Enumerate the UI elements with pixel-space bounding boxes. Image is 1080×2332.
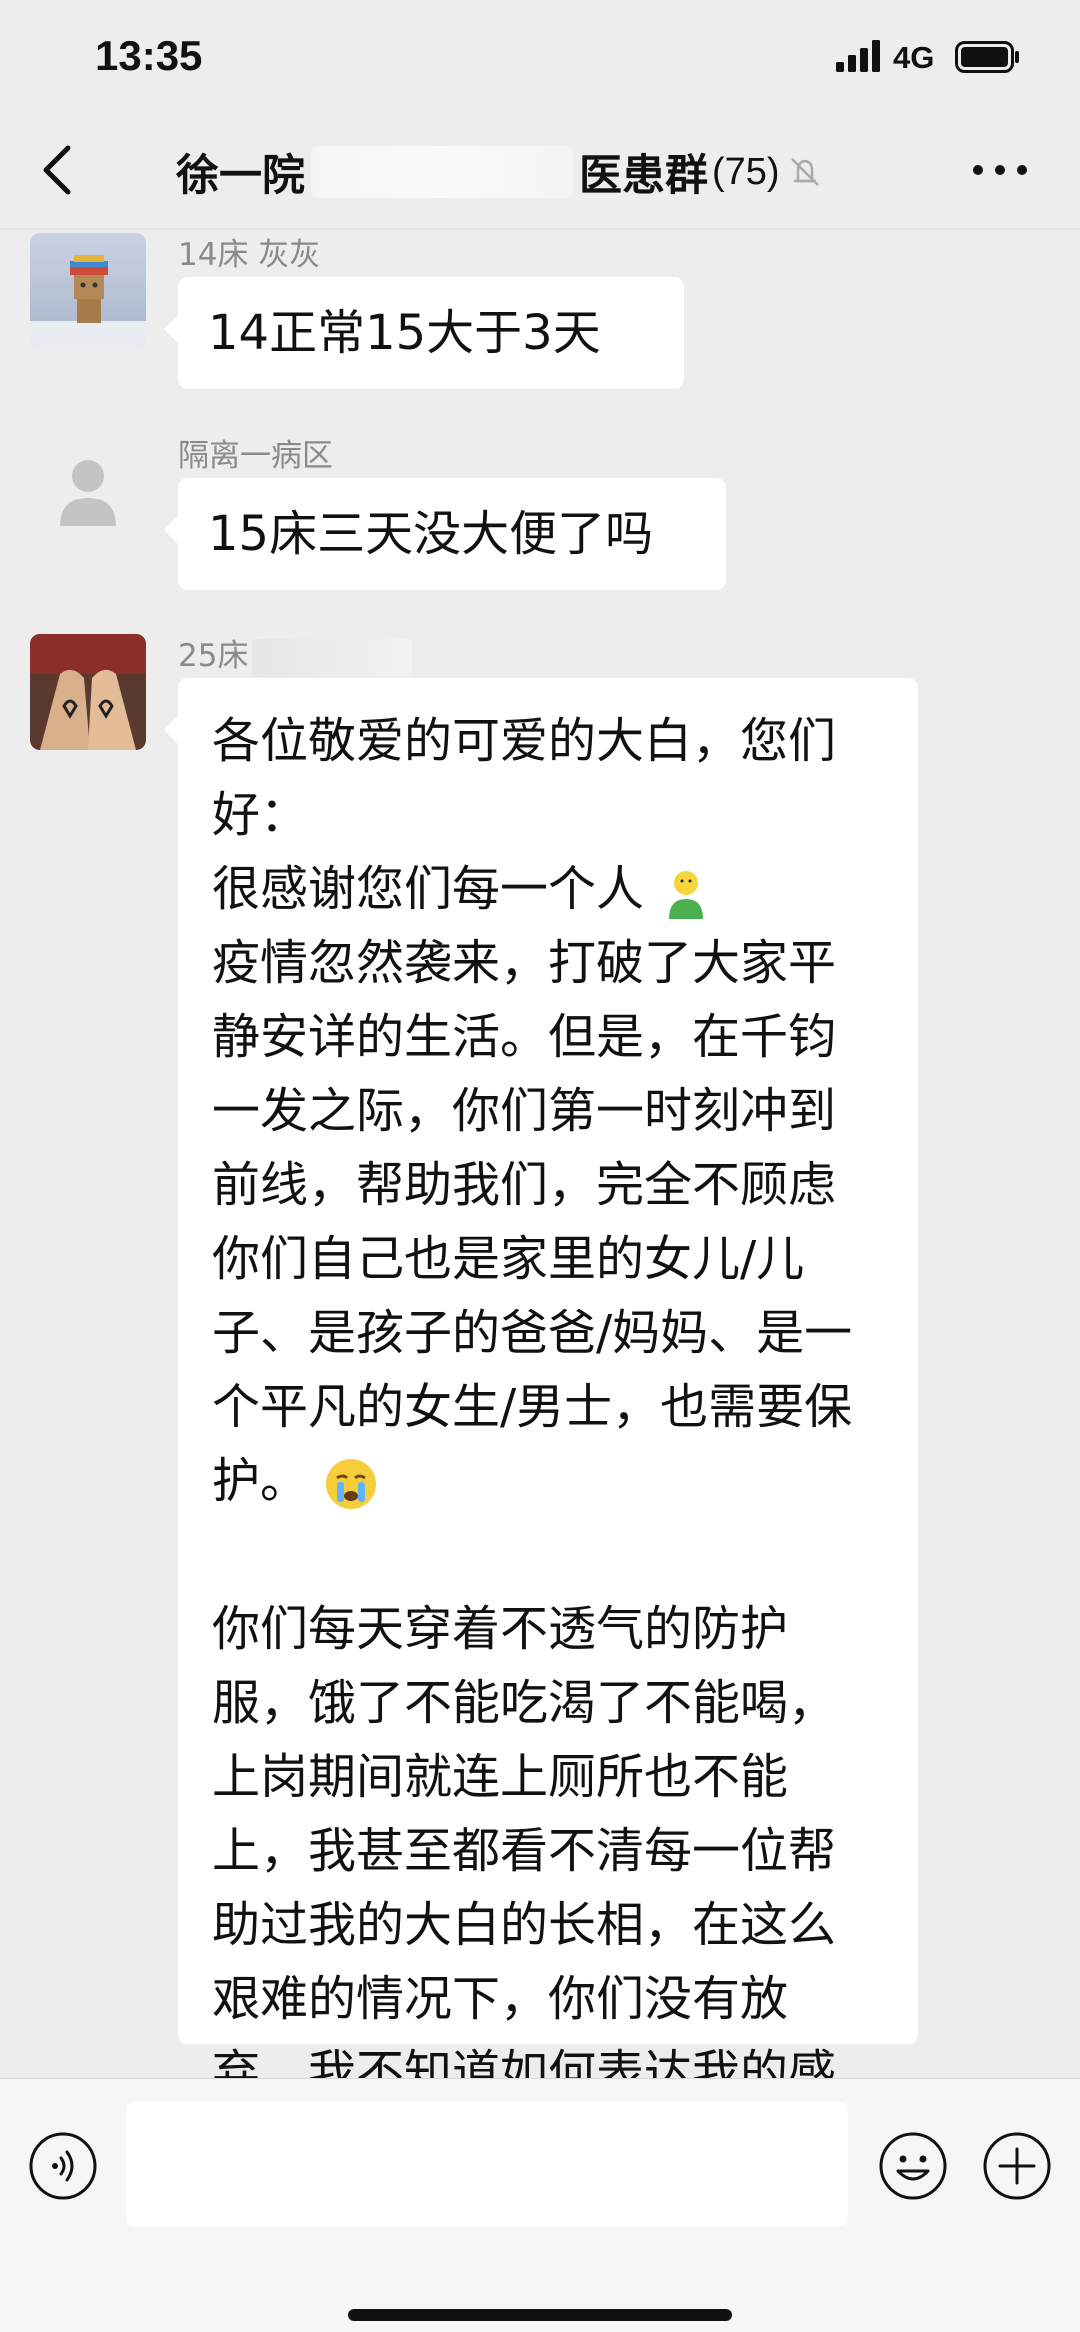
- message-text: 15床三天没大便了吗: [208, 506, 654, 562]
- chat-title: 徐一院 医患群 (75): [176, 142, 824, 202]
- doll-avatar[interactable]: [30, 233, 146, 349]
- hearts-avatar[interactable]: [30, 634, 146, 750]
- redacted-title-part: [311, 146, 573, 198]
- home-indicator[interactable]: [348, 2309, 732, 2321]
- more-icon[interactable]: [970, 160, 1030, 180]
- default-avatar[interactable]: [30, 434, 146, 550]
- message-paragraph-text: 疫情忽然袭来，打破了大家平静安详的生活。但是，在千钧一发之际，你们第一时刻冲到前…: [212, 935, 853, 1509]
- mute-icon: [790, 158, 819, 186]
- signal-icon: [836, 40, 880, 72]
- plus-icon[interactable]: [982, 2131, 1052, 2201]
- voice-icon[interactable]: [28, 2131, 98, 2201]
- message-line-text: 很感谢您们每一个人: [212, 861, 645, 917]
- message-input[interactable]: [126, 2101, 848, 2227]
- input-bar: [0, 2078, 1080, 2332]
- message-paragraph: 各位敬爱的可爱的大白，您们好：: [212, 713, 837, 843]
- person-emoji: [669, 871, 704, 919]
- message-bubble[interactable]: 各位敬爱的可爱的大白，您们好： 很感谢您们每一个人 疫情忽然袭来，打破了大家平静…: [164, 678, 918, 2249]
- battery-icon: [955, 41, 1019, 73]
- chat-title-prefix: 徐一院: [176, 151, 305, 201]
- sender-name: 14床 灰灰: [178, 237, 321, 273]
- chat-title-suffix: 医患群: [579, 151, 708, 201]
- message-bubble[interactable]: 15床三天没大便了吗: [164, 478, 726, 590]
- status-time: 13:35: [95, 32, 203, 79]
- sender-name-text: 25床: [178, 638, 249, 674]
- message-bubble[interactable]: 14正常15大于3天: [164, 277, 684, 389]
- emoji-icon[interactable]: [878, 2131, 948, 2201]
- member-count: (75): [712, 150, 780, 193]
- network-label: 4G: [893, 40, 935, 75]
- message-text: 14正常15大于3天: [208, 305, 601, 361]
- status-bar: 13:35 4G: [0, 0, 1080, 120]
- chat-header: 徐一院 医患群 (75): [0, 120, 1080, 229]
- sender-name: 25床: [178, 630, 413, 677]
- back-icon[interactable]: [38, 140, 82, 200]
- crying-emoji: [326, 1459, 377, 1509]
- message-line: 很感谢您们每一个人: [212, 852, 872, 926]
- sender-name: 隔离一病区: [178, 438, 333, 474]
- message-text-block: 各位敬爱的可爱的大白，您们好： 很感谢您们每一个人 疫情忽然袭来，打破了大家平静…: [212, 704, 872, 2258]
- message-paragraph: 疫情忽然袭来，打破了大家平静安详的生活。但是，在千钧一发之际，你们第一时刻冲到前…: [212, 926, 872, 1518]
- redacted-name-part: [252, 638, 413, 677]
